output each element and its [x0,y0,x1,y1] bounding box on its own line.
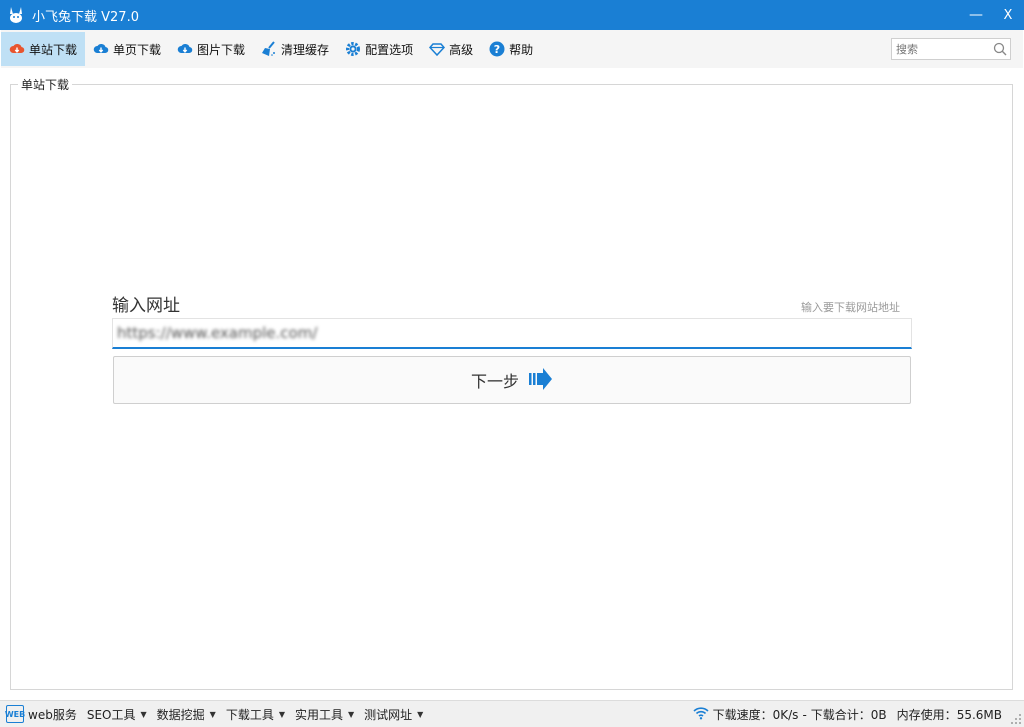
tab-label: 图片下载 [197,42,246,57]
broom-icon [261,41,277,57]
tab-label: 配置选项 [365,42,414,57]
minimize-button[interactable]: — [960,0,992,30]
status-info: 下载速度： 0K/s - 下载合计： 0B 内存使用： 55.6MB [689,701,1002,727]
tab-single-site-download[interactable]: 单站下载 [1,32,86,66]
speed-value: 0K/s [772,707,799,722]
total-label: 下载合计： [810,708,871,722]
menu-label: 数据挖掘 [156,707,205,722]
menu-label: SEO工具 [86,707,136,722]
menu-label: 下载工具 [225,707,274,722]
download-tools-menu[interactable]: 下载工具 ▼ [226,706,285,723]
url-input-container [112,318,912,349]
caret-down-icon: ▼ [140,709,147,719]
svg-text:?: ? [494,43,500,56]
web-service-label: web服务 [28,707,77,722]
resize-grip-icon[interactable] [1010,713,1022,725]
total-value: 0B [870,707,887,722]
url-hint: 输入要下载网站地址 [801,301,900,314]
next-step-button[interactable]: 下一步 [113,356,911,404]
cloud-download-icon [9,41,25,57]
speed-label: 下载速度： [712,708,773,722]
url-label: 输入网址 [112,296,180,316]
gear-icon [345,41,361,57]
seo-tools-menu[interactable]: SEO工具 ▼ [87,706,147,723]
test-urls-menu[interactable]: 测试网址 ▼ [364,706,423,723]
tab-clear-cache[interactable]: 清理缓存 [253,32,337,66]
wifi-icon [693,706,709,723]
tab-image-download[interactable]: 图片下载 [169,32,253,66]
rabbit-logo-icon [6,5,26,25]
tab-single-page-download[interactable]: 单页下载 [85,32,169,66]
next-step-label: 下一步 [470,372,519,391]
toolbar: 单站下载 单页下载 图片下载 清理缓存 配置选项 高级 ? 帮助 [1,30,1023,68]
tab-label: 帮助 [509,42,534,57]
tab-advanced[interactable]: 高级 [421,32,481,66]
search-input[interactable] [896,40,992,58]
menu-label: 实用工具 [294,707,343,722]
tab-label: 单站下载 [29,42,78,57]
memory-value: 55.6MB [956,707,1002,722]
caret-down-icon: ▼ [209,709,216,719]
tab-help[interactable]: ? 帮助 [481,32,541,66]
tab-settings[interactable]: 配置选项 [337,32,421,66]
caret-down-icon: ▼ [278,709,285,719]
arrow-right-icon [529,367,553,394]
search-icon[interactable] [993,42,1007,59]
caret-down-icon: ▼ [417,709,424,719]
tab-label: 单页下载 [113,42,162,57]
menu-label: 测试网址 [364,707,413,722]
separator: - [802,707,807,722]
tab-label: 清理缓存 [281,42,330,57]
caret-down-icon: ▼ [348,709,355,719]
memory-label: 内存使用： [896,708,957,722]
diamond-icon [429,41,446,57]
search-box[interactable] [891,38,1011,60]
url-input[interactable] [113,319,911,347]
status-bar: WEB web服务 SEO工具 ▼ 数据挖掘 ▼ 下载工具 ▼ 实用工具 ▼ 测试网址 ▼… [0,700,1024,727]
web-service-logo-icon: WEB [5,705,25,723]
web-service-menu[interactable]: WEB web服务 [0,705,77,723]
tab-label: 高级 [449,42,474,57]
title-bar: 小飞兔下载 V27.0 — X [0,0,1024,30]
help-icon: ? [489,41,505,57]
cloud-download-icon [93,41,109,57]
close-button[interactable]: X [992,0,1024,30]
window-title: 小飞兔下载 V27.0 [32,9,139,25]
utility-tools-menu[interactable]: 实用工具 ▼ [295,706,354,723]
groupbox-title: 单站下载 [18,76,73,93]
cloud-download-icon [177,41,193,57]
data-mining-menu[interactable]: 数据挖掘 ▼ [157,706,216,723]
